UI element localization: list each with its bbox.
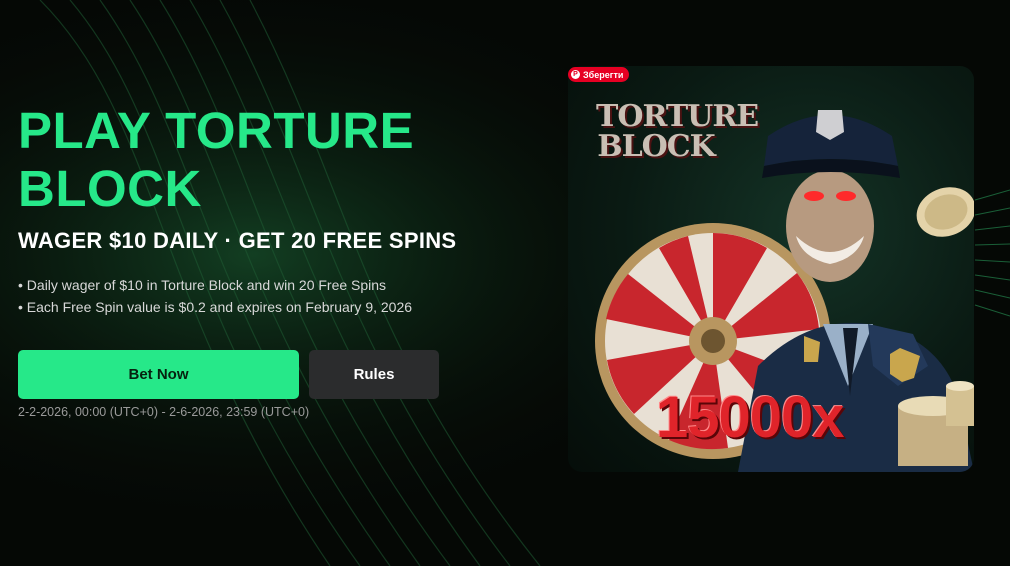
action-buttons: Bet Now Rules [18,350,439,399]
bullet-item: Each Free Spin value is $0.2 and expires… [18,296,538,318]
pinterest-icon: P [571,70,580,79]
rules-button[interactable]: Rules [309,350,439,399]
bullet-item: Daily wager of $10 in Torture Block and … [18,274,538,296]
multiplier-text: 15000x [656,385,845,450]
save-label: Зберегти [583,69,624,80]
promo-dates: 2-2-2026, 00:00 (UTC+0) - 2-6-2026, 23:5… [18,405,310,419]
promo-hero: PLAY TORTURE BLOCK WAGER $10 DAILY · GET… [18,102,538,318]
promo-bullets: Daily wager of $10 in Torture Block and … [18,274,538,318]
promo-subtitle: WAGER $10 DAILY · GET 20 FREE SPINS [18,228,457,253]
promo-title: PLAY TORTURE BLOCK [18,102,415,217]
game-card[interactable]: TORTURE BLOCK 15000x [568,66,974,472]
bet-now-button[interactable]: Bet Now [18,350,299,399]
coin-stack-icon [898,187,974,466]
save-pin-button[interactable]: P Зберегти [568,67,630,82]
game-logo: TORTURE BLOCK [596,99,759,164]
